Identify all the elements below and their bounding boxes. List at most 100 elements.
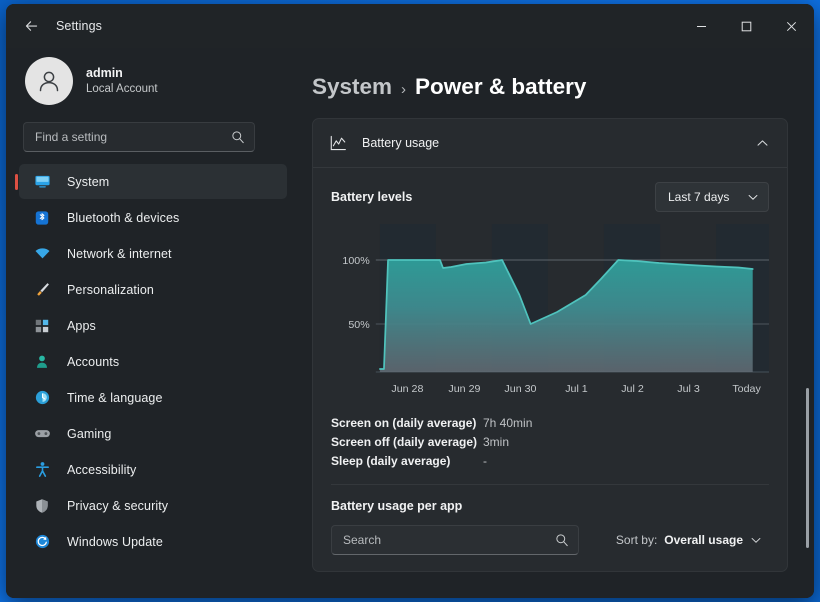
sidebar-item-label: Time & language	[67, 391, 163, 405]
sidebar-item-gaming[interactable]: Gaming	[19, 416, 287, 451]
wifi-icon	[33, 245, 51, 263]
svg-text:Jun 29: Jun 29	[448, 383, 480, 395]
breadcrumb: System › Power & battery	[312, 48, 788, 118]
svg-text:Jul 1: Jul 1	[565, 383, 588, 395]
sidebar: admin Local Account	[6, 48, 298, 598]
chart-x-tick-labels: Jun 28 Jun 29 Jun 30 Jul 1 Jul 2 Jul 3 T…	[391, 383, 761, 395]
chevron-down-icon	[747, 191, 759, 203]
stat-label: Screen off (daily average)	[331, 435, 483, 449]
sidebar-item-label: Accessibility	[67, 463, 136, 477]
search-input[interactable]	[35, 130, 231, 144]
close-icon	[786, 21, 797, 32]
person-icon	[35, 67, 63, 95]
update-icon	[33, 533, 51, 551]
sidebar-item-system[interactable]: System	[19, 164, 287, 199]
close-button[interactable]	[769, 4, 814, 48]
sidebar-item-accounts[interactable]: Accounts	[19, 344, 287, 379]
main-content: System › Power & battery Battery usage	[298, 48, 814, 598]
sidebar-item-label: Personalization	[67, 283, 154, 297]
time-range-value: Last 7 days	[668, 190, 729, 204]
battery-usage-card: Battery usage Battery levels Last	[312, 118, 788, 572]
sidebar-item-time-language[interactable]: Time & language	[19, 380, 287, 415]
stat-value: 3min	[483, 435, 509, 449]
search-icon	[231, 130, 245, 144]
sidebar-item-bluetooth-devices[interactable]: Bluetooth & devices	[19, 200, 287, 235]
sidebar-item-windows-update[interactable]: Windows Update	[19, 524, 287, 559]
svg-text:Jul 2: Jul 2	[621, 383, 644, 395]
app-search-input[interactable]	[343, 533, 555, 547]
monitor-icon	[33, 173, 51, 191]
chart-series-battery-level	[380, 260, 753, 372]
chart-y-tick-labels: 100% 50%	[342, 255, 370, 331]
bluetooth-icon	[33, 209, 51, 227]
account-name: admin	[86, 65, 158, 82]
sidebar-item-label: Bluetooth & devices	[67, 211, 179, 225]
sort-by-dropdown[interactable]: Sort by: Overall usage	[609, 528, 769, 552]
battery-levels-title: Battery levels	[331, 190, 412, 204]
window-title: Settings	[56, 19, 102, 33]
gamepad-icon	[33, 425, 51, 443]
clock-icon	[33, 389, 51, 407]
svg-text:Jun 28: Jun 28	[391, 383, 423, 395]
stat-row: Screen on (daily average) 7h 40min	[331, 416, 769, 430]
minimize-button[interactable]	[679, 4, 724, 48]
avatar	[25, 57, 73, 105]
battery-levels-section: Battery levels Last 7 days	[313, 168, 787, 485]
sidebar-item-privacy-security[interactable]: Privacy & security	[19, 488, 287, 523]
stat-label: Sleep (daily average)	[331, 454, 483, 468]
brush-icon	[33, 281, 51, 299]
arrow-left-icon	[24, 19, 39, 34]
sort-by-value: Overall usage	[664, 533, 743, 547]
battery-levels-chart: 100% 50% Jun 28 Jun 29 Jun 30 Jul 1 Jul	[331, 224, 769, 404]
sidebar-nav: System Bluetooth & devices	[19, 164, 287, 559]
stat-label: Screen on (daily average)	[331, 416, 483, 430]
breadcrumb-parent[interactable]: System	[312, 74, 392, 100]
svg-text:50%: 50%	[348, 319, 370, 331]
line-chart-icon	[329, 134, 348, 153]
sidebar-item-label: Accounts	[67, 355, 119, 369]
battery-levels-header: Battery levels Last 7 days	[331, 182, 769, 212]
scrollbar-thumb[interactable]	[806, 388, 809, 548]
battery-stats: Screen on (daily average) 7h 40min Scree…	[331, 416, 769, 468]
sidebar-item-personalization[interactable]: Personalization	[19, 272, 287, 307]
app-search-box[interactable]	[331, 525, 579, 555]
maximize-button[interactable]	[724, 4, 769, 48]
chevron-up-icon[interactable]	[756, 137, 769, 150]
sidebar-item-apps[interactable]: Apps	[19, 308, 287, 343]
minimize-icon	[696, 21, 707, 32]
search-icon	[555, 533, 569, 547]
svg-text:Jun 30: Jun 30	[504, 383, 536, 395]
settings-window: Settings	[6, 4, 814, 598]
main-scrollbar[interactable]	[804, 48, 811, 598]
sidebar-item-label: Privacy & security	[67, 499, 168, 513]
battery-usage-header[interactable]: Battery usage	[313, 119, 787, 167]
back-button[interactable]	[14, 11, 48, 41]
sidebar-item-label: System	[67, 175, 109, 189]
apps-icon	[33, 317, 51, 335]
chevron-down-icon	[750, 534, 762, 546]
per-app-controls: Sort by: Overall usage	[331, 525, 769, 555]
settings-search[interactable]	[23, 122, 255, 152]
stat-row: Sleep (daily average) -	[331, 454, 769, 468]
accessibility-icon	[33, 461, 51, 479]
sidebar-item-label: Apps	[67, 319, 96, 333]
time-range-dropdown[interactable]: Last 7 days	[655, 182, 769, 212]
sidebar-item-label: Gaming	[67, 427, 111, 441]
sidebar-item-label: Windows Update	[67, 535, 163, 549]
window-controls	[679, 4, 814, 48]
sidebar-item-accessibility[interactable]: Accessibility	[19, 452, 287, 487]
battery-usage-per-app-section: Battery usage per app	[313, 485, 787, 571]
account-tile[interactable]: admin Local Account	[19, 48, 287, 116]
sidebar-item-network-internet[interactable]: Network & internet	[19, 236, 287, 271]
title-bar: Settings	[6, 4, 814, 48]
svg-text:Jul 3: Jul 3	[677, 383, 700, 395]
stat-row: Screen off (daily average) 3min	[331, 435, 769, 449]
shield-icon	[33, 497, 51, 515]
stat-value: 7h 40min	[483, 416, 532, 430]
account-subtitle: Local Account	[86, 82, 158, 98]
stat-value: -	[483, 454, 487, 468]
sidebar-item-label: Network & internet	[67, 247, 172, 261]
breadcrumb-separator-icon: ›	[401, 81, 406, 98]
maximize-icon	[741, 21, 752, 32]
svg-text:Today: Today	[732, 383, 761, 395]
